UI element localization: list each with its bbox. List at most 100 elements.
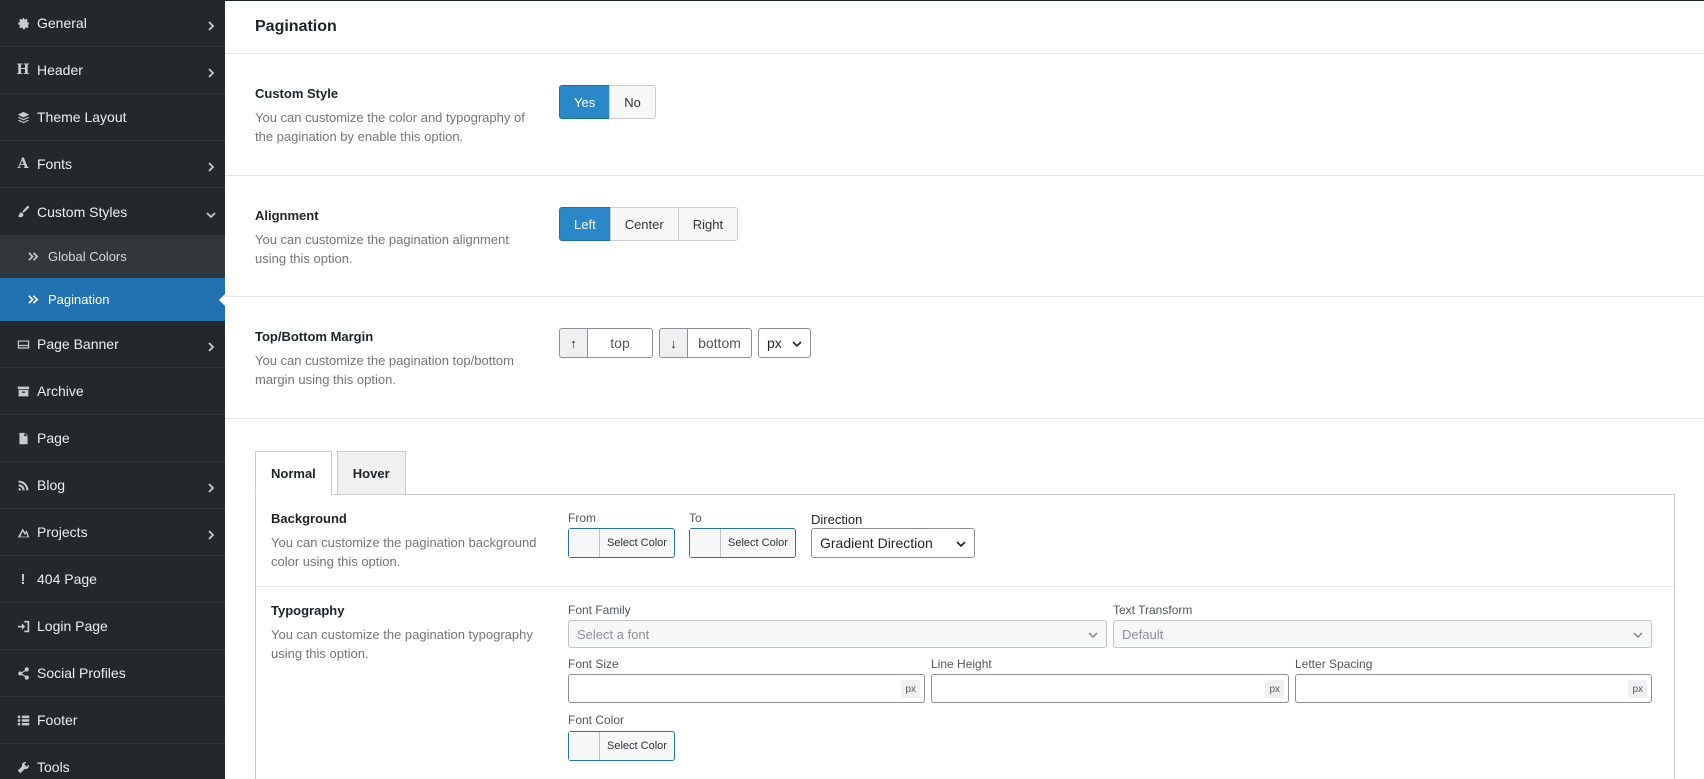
- sidebar-item-footer[interactable]: Footer: [0, 697, 225, 744]
- tab-normal[interactable]: Normal: [255, 451, 332, 496]
- settings-main: Pagination Custom Style You can customiz…: [225, 0, 1704, 779]
- sidebar-item-projects[interactable]: Projects: [0, 509, 225, 556]
- margin-title: Top/Bottom Margin: [255, 329, 374, 344]
- select-color-label: Select Color: [607, 537, 667, 549]
- sidebar-item-blog[interactable]: Blog: [0, 462, 225, 509]
- line-height-input[interactable]: px: [931, 674, 1289, 703]
- banner-icon: [16, 337, 30, 351]
- login-icon: [16, 619, 30, 633]
- chevron-right-icon: [206, 18, 216, 31]
- chevron-down-icon: [956, 541, 966, 548]
- select-color-label: Select Color: [607, 740, 667, 752]
- alignment-left-button[interactable]: Left: [559, 207, 611, 241]
- letter-spacing-label: Letter Spacing: [1295, 657, 1373, 671]
- sidebar-subitem-pagination[interactable]: Pagination: [0, 278, 225, 321]
- text-transform-value: Default: [1122, 626, 1164, 642]
- tab-hover[interactable]: Hover: [336, 451, 406, 495]
- sidebar-item-page-banner[interactable]: Page Banner: [0, 321, 225, 368]
- sidebar-item-social-profiles[interactable]: Social Profiles: [0, 650, 225, 697]
- margin-desc: You can customize the pagination top/bot…: [255, 353, 514, 387]
- background-title: Background: [271, 511, 347, 526]
- layers-icon: [16, 110, 30, 124]
- page-icon: [16, 431, 30, 445]
- background-from-label: From: [568, 511, 596, 525]
- sidebar-item-label: Footer: [37, 712, 78, 728]
- background-direction-value: Gradient Direction: [820, 535, 933, 551]
- chevron-right-icon: [206, 65, 216, 78]
- sidebar-item-label: Archive: [37, 383, 84, 399]
- sidebar-item-login-page[interactable]: Login Page: [0, 603, 225, 650]
- sidebar-item-theme-layout[interactable]: Theme Layout: [0, 94, 225, 141]
- sidebar-item-label: Theme Layout: [37, 109, 127, 125]
- chevron-right-icon: [206, 339, 216, 352]
- share-icon: [16, 666, 30, 680]
- text-transform-select[interactable]: Default: [1113, 620, 1652, 648]
- margin-unit-select[interactable]: px: [758, 328, 811, 358]
- custom-style-toggle: Yes No: [559, 85, 656, 119]
- color-swatch: [569, 529, 600, 557]
- color-swatch: [690, 529, 721, 557]
- tab-panel-normal: Background You can customize the paginat…: [255, 494, 1675, 779]
- background-section: Background You can customize the paginat…: [256, 495, 1674, 587]
- font-color-picker[interactable]: Select Color: [568, 731, 675, 761]
- margin-top-input[interactable]: top: [588, 328, 653, 358]
- margin-bottom-group: ↓ bottom: [659, 328, 752, 358]
- sidebar-item-label: Custom Styles: [37, 203, 128, 220]
- custom-style-no-button[interactable]: No: [609, 85, 656, 119]
- letter-spacing-input[interactable]: px: [1295, 674, 1652, 703]
- double-chevron-icon: [28, 251, 40, 263]
- font-family-select[interactable]: Select a font: [568, 620, 1107, 648]
- sidebar-subitem-label: Global Colors: [48, 249, 127, 264]
- sidebar-item-label: Fonts: [37, 156, 73, 172]
- sidebar-item-label: General: [37, 15, 87, 31]
- sidebar-item-header[interactable]: H Header: [0, 47, 225, 94]
- arrow-down-icon: ↓: [659, 328, 688, 358]
- custom-style-row: Custom Style You can customize the color…: [225, 54, 1704, 176]
- sidebar-item-general[interactable]: General: [0, 0, 225, 47]
- exclamation-icon: !: [20, 570, 26, 588]
- margin-spacing-controls: ↑ top ↓ bottom px: [559, 328, 811, 358]
- custom-style-yes-button[interactable]: Yes: [559, 85, 611, 119]
- state-tabs: Normal Hover: [255, 451, 411, 496]
- margin-top-group: ↑ top: [559, 328, 653, 358]
- background-direction-label: Direction: [811, 512, 863, 527]
- font-color-label: Font Color: [568, 713, 625, 727]
- typography-title: Typography: [271, 603, 345, 618]
- font-size-input[interactable]: px: [568, 674, 925, 703]
- sidebar-item-archive[interactable]: Archive: [0, 368, 225, 415]
- sidebar-item-label: 404 Page: [37, 571, 97, 587]
- background-direction-select[interactable]: Gradient Direction: [811, 528, 975, 558]
- font-family-value: Select a font: [577, 626, 650, 642]
- background-to-color-picker[interactable]: Select Color: [689, 528, 796, 558]
- sidebar-item-fonts[interactable]: A Fonts: [0, 141, 225, 188]
- background-from-color-picker[interactable]: Select Color: [568, 528, 675, 558]
- gear-icon: [16, 16, 30, 30]
- background-desc: You can customize the pagination backgro…: [271, 535, 537, 569]
- text-transform-label: Text Transform: [1113, 603, 1193, 617]
- alignment-right-button[interactable]: Right: [677, 207, 739, 241]
- alignment-desc: You can customize the pagination alignme…: [255, 232, 509, 266]
- chevron-down-icon: [1088, 632, 1098, 639]
- typography-section: Typography You can customize the paginat…: [256, 587, 1674, 779]
- letter-spacing-unit: px: [1628, 680, 1647, 698]
- margin-row: Top/Bottom Margin You can customize the …: [225, 297, 1704, 419]
- background-to-label: To: [689, 511, 702, 525]
- double-chevron-icon: [28, 294, 40, 306]
- line-height-unit: px: [1265, 680, 1284, 698]
- sidebar-item-tools[interactable]: Tools: [0, 744, 225, 779]
- custom-style-title: Custom Style: [255, 86, 339, 101]
- sidebar-item-404-page[interactable]: ! 404 Page: [0, 556, 225, 603]
- sidebar-item-label: Header: [37, 62, 83, 78]
- select-color-label: Select Color: [728, 537, 788, 549]
- sidebar-item-label: Projects: [37, 524, 88, 540]
- alignment-center-button[interactable]: Center: [609, 207, 679, 241]
- chevron-right-icon: [206, 480, 216, 493]
- sidebar-subitem-label: Pagination: [48, 292, 110, 307]
- sidebar-subitem-global-colors[interactable]: Global Colors: [0, 235, 225, 278]
- chevron-down-icon: [206, 207, 216, 218]
- brush-icon: [16, 205, 30, 219]
- sidebar-item-page[interactable]: Page: [0, 415, 225, 462]
- margin-bottom-input[interactable]: bottom: [688, 328, 752, 358]
- sidebar-item-label: Blog: [37, 477, 66, 493]
- sidebar-item-custom-styles[interactable]: Custom Styles: [0, 188, 225, 235]
